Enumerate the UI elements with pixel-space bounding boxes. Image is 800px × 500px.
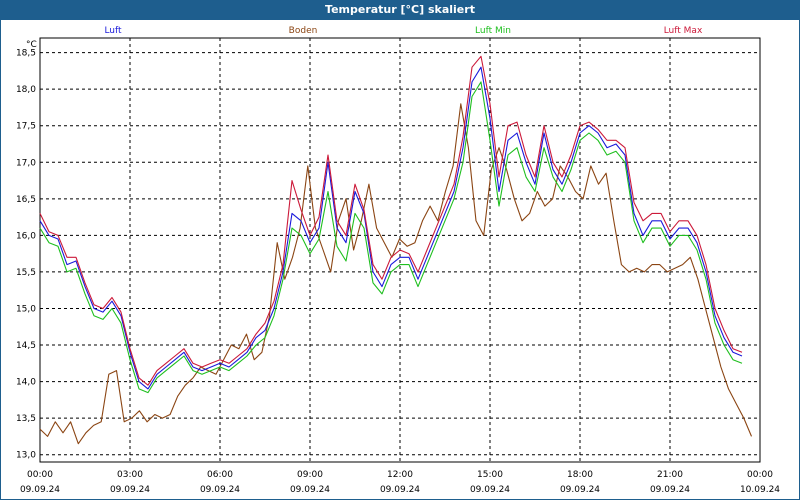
x-tick-time: 03:00 bbox=[117, 470, 143, 480]
x-tick-date: 09.09.24 bbox=[470, 485, 510, 495]
x-tick-time: 15:00 bbox=[477, 470, 503, 480]
legend: Luft Boden Luft Min Luft Max bbox=[104, 26, 703, 36]
y-tick-label: 16,5 bbox=[16, 195, 36, 205]
y-tick-label: 13,5 bbox=[16, 414, 36, 424]
x-tick-time: 09:00 bbox=[297, 470, 323, 480]
x-tick-time: 06:00 bbox=[207, 470, 233, 480]
legend-entry-luft-min: Luft Min bbox=[475, 26, 511, 36]
x-tick-time: 12:00 bbox=[387, 470, 413, 480]
temperature-chart: 13,0 13,5 14,0 14,5 15,0 15,5 16,0 16,5 17,0 17,5… bbox=[16, 26, 780, 495]
x-tick-date: 09.09.24 bbox=[110, 485, 150, 495]
y-tick-label: 16,0 bbox=[16, 231, 36, 241]
x-tick-time: 00:00 bbox=[747, 470, 773, 480]
x-tick-date: 09.09.24 bbox=[200, 485, 240, 495]
x-tick-date: 09.09.24 bbox=[560, 485, 600, 495]
y-tick-label: 15,0 bbox=[16, 304, 36, 314]
x-tick-time: 21:00 bbox=[657, 470, 683, 480]
x-tick-date: 09.09.24 bbox=[290, 485, 330, 495]
y-axis-ticks: 13,0 13,5 14,0 14,5 15,0 15,5 16,0 16,5 17,0 17,5… bbox=[16, 49, 36, 461]
legend-entry-boden: Boden bbox=[289, 26, 318, 36]
x-axis-ticks: 00:00 09.09.24 03:00 09.09.24 06:00 09.09.24 0… bbox=[20, 470, 780, 495]
x-tick-time: 18:00 bbox=[567, 470, 593, 480]
y-tick-label: 14,0 bbox=[16, 378, 36, 388]
x-tick-date: 09.09.24 bbox=[20, 485, 60, 495]
legend-entry-luft: Luft bbox=[104, 26, 122, 36]
y-tick-label: 14,5 bbox=[16, 341, 36, 351]
y-tick-label: 18,0 bbox=[16, 85, 36, 95]
y-tick-label: 17,5 bbox=[16, 122, 36, 132]
y-tick-label: 15,5 bbox=[16, 268, 36, 278]
legend-entry-luft-max: Luft Max bbox=[664, 26, 703, 36]
x-tick-time: 00:00 bbox=[27, 470, 53, 480]
y-tick-label: 18,5 bbox=[16, 49, 36, 59]
y-tick-label: 17,0 bbox=[16, 158, 36, 168]
y-axis-unit: °C bbox=[26, 40, 37, 50]
y-tick-label: 13,0 bbox=[16, 451, 36, 461]
x-tick-date: 09.09.24 bbox=[380, 485, 420, 495]
x-tick-date: 09.09.24 bbox=[650, 485, 690, 495]
x-tick-date: 10.09.24 bbox=[740, 485, 780, 495]
